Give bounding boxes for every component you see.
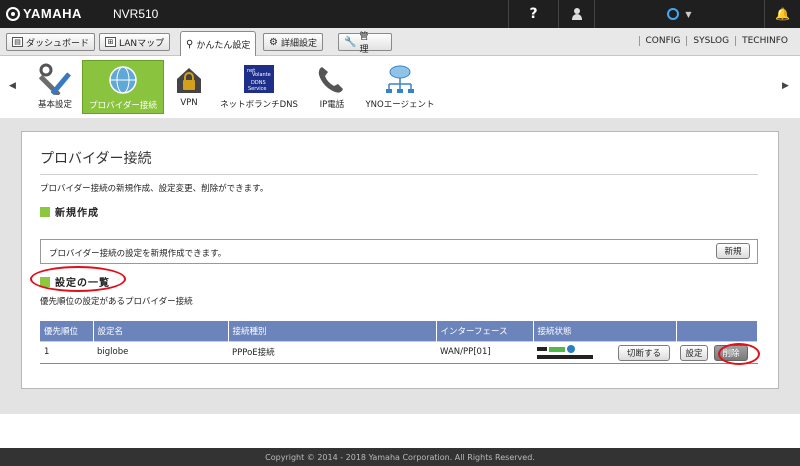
page-title: プロバイダー接続	[40, 151, 152, 167]
settings-button[interactable]: 設定	[680, 344, 708, 361]
nav-item-netvolante[interactable]: net Volante DDNS Service ネットボランチDNS	[217, 60, 301, 114]
feature-nav: ◀ 基本設定 プロバイダー接続 VPN net Volante DDNS Ser…	[0, 57, 800, 117]
syslog-link[interactable]: SYSLOG	[686, 36, 735, 46]
nav-label: VPN	[180, 98, 198, 108]
new-button[interactable]: 新規	[716, 243, 750, 259]
nav-item-basic[interactable]: 基本設定	[34, 60, 76, 114]
dashboard-icon: ▤	[12, 37, 23, 47]
nav-prev-arrow-icon[interactable]: ◀	[9, 81, 16, 91]
yamaha-tuning-fork-icon	[6, 6, 20, 21]
status-dropdown[interactable]: ▼	[594, 0, 764, 28]
tab-label: ダッシュボード	[26, 38, 90, 49]
svg-text:Volante: Volante	[252, 72, 271, 78]
list-description: 優先順位の設定があるプロバイダー接続	[40, 297, 193, 307]
cell-interface: WAN/PP[01]	[436, 340, 533, 364]
nav-item-yno-agent[interactable]: YNOエージェント	[360, 60, 440, 114]
nav-item-provider[interactable]: プロバイダー接続	[82, 60, 164, 114]
new-create-box: プロバイダー接続の設定を新規作成できます。 新規	[40, 239, 758, 264]
tab-label: LANマップ	[119, 38, 165, 49]
tab-lan-map[interactable]: ⊞ LANマップ	[99, 33, 171, 51]
col-status: 接続状態	[533, 321, 677, 341]
tools-icon	[39, 63, 71, 95]
content-area: プロバイダー接続 プロバイダー接続の新規作成、設定変更、削除ができます。 新規作…	[0, 118, 800, 414]
config-link[interactable]: CONFIG	[638, 36, 687, 46]
nav-label: プロバイダー接続	[89, 101, 157, 111]
cell-type: PPPoE接続	[228, 340, 436, 364]
new-create-description: プロバイダー接続の設定を新規作成できます。	[49, 249, 227, 259]
gear-icon: ⚙	[269, 36, 278, 48]
col-actions	[676, 321, 758, 341]
nav-next-arrow-icon[interactable]: ▶	[782, 81, 789, 91]
footer-copyright: Copyright © 2014 - 2018 Yamaha Corporati…	[0, 448, 800, 466]
nav-label: IP電話	[319, 100, 345, 110]
cable-icon	[537, 347, 547, 351]
col-priority: 優先順位	[40, 321, 94, 341]
chevron-down-icon: ▼	[685, 9, 692, 19]
user-icon	[571, 8, 582, 20]
techinfo-link[interactable]: TECHINFO	[735, 36, 794, 46]
table-row: 1 biglobe PPPoE接続 WAN/PP[01] 切断する 設定 削除	[40, 340, 758, 364]
green-square-icon	[40, 206, 50, 217]
status-ring-icon	[667, 8, 680, 20]
status-bar	[537, 355, 593, 359]
bell-icon: 🔔	[775, 7, 790, 21]
ddns-service-icon: net Volante DDNS Service	[244, 65, 274, 93]
col-name: 設定名	[93, 321, 229, 341]
top-header: YAMAHA NVR510 ? ▼ 🔔	[0, 0, 800, 28]
new-section-heading: 新規作成	[40, 204, 99, 219]
notification-button[interactable]: 🔔	[764, 0, 800, 28]
tab-advanced[interactable]: ⚙ 詳細設定	[263, 33, 323, 51]
network-cloud-icon	[386, 65, 414, 93]
tab-easy-setup[interactable]: ⚲ かんたん設定	[180, 31, 257, 56]
tab-label: 詳細設定	[280, 38, 317, 49]
page-description: プロバイダー接続の新規作成、設定変更、削除ができます。	[40, 184, 269, 194]
tab-label: かんたん設定	[196, 40, 251, 51]
tab-dashboard[interactable]: ▤ ダッシュボード	[6, 33, 96, 51]
help-button[interactable]: ?	[508, 0, 558, 28]
highlight-ellipse	[718, 343, 760, 365]
globe-icon	[567, 345, 575, 353]
cell-status: 切断する	[533, 340, 676, 364]
lock-house-icon	[177, 68, 201, 93]
col-interface: インターフェース	[436, 321, 534, 341]
disconnect-button[interactable]: 切断する	[618, 344, 670, 361]
utility-links: CONFIG SYSLOG TECHINFO	[638, 36, 794, 46]
cell-priority: 1	[40, 340, 93, 364]
model-name: NVR510	[113, 7, 159, 21]
main-tabs: ▤ ダッシュボード ⊞ LANマップ ⚲ かんたん設定 ⚙ 詳細設定 🔧 管 理…	[0, 28, 800, 56]
wrench-icon: 🔧	[344, 36, 357, 48]
provider-panel: プロバイダー接続 プロバイダー接続の新規作成、設定変更、削除ができます。 新規作…	[21, 131, 779, 389]
provider-table: 優先順位 設定名 接続種別 インターフェース 接続状態 1 biglobe PP…	[40, 321, 758, 364]
nav-label: ネットボランチDNS	[220, 100, 298, 110]
globe-icon	[109, 66, 137, 94]
nav-item-ip-phone[interactable]: IP電話	[312, 60, 352, 114]
tab-management[interactable]: 🔧 管 理	[338, 32, 392, 55]
svg-text:Service: Service	[248, 86, 266, 92]
highlight-ellipse	[30, 266, 126, 292]
cell-name: biglobe	[93, 340, 228, 364]
nav-label: 基本設定	[37, 100, 72, 110]
brand-name: YAMAHA	[23, 6, 82, 21]
nav-label: YNOエージェント	[365, 100, 435, 110]
user-button[interactable]	[558, 0, 594, 28]
section-title: 新規作成	[55, 208, 99, 219]
title-divider	[40, 174, 758, 175]
double-arrow-icon	[549, 346, 565, 352]
lan-map-icon: ⊞	[105, 37, 116, 47]
nav-item-vpn[interactable]: VPN	[170, 60, 208, 114]
tab-label: 管 理	[359, 32, 378, 55]
person-icon: ⚲	[186, 38, 194, 50]
yamaha-logo: YAMAHA	[6, 6, 82, 21]
col-type: 接続種別	[228, 321, 437, 341]
phone-icon	[318, 67, 343, 93]
